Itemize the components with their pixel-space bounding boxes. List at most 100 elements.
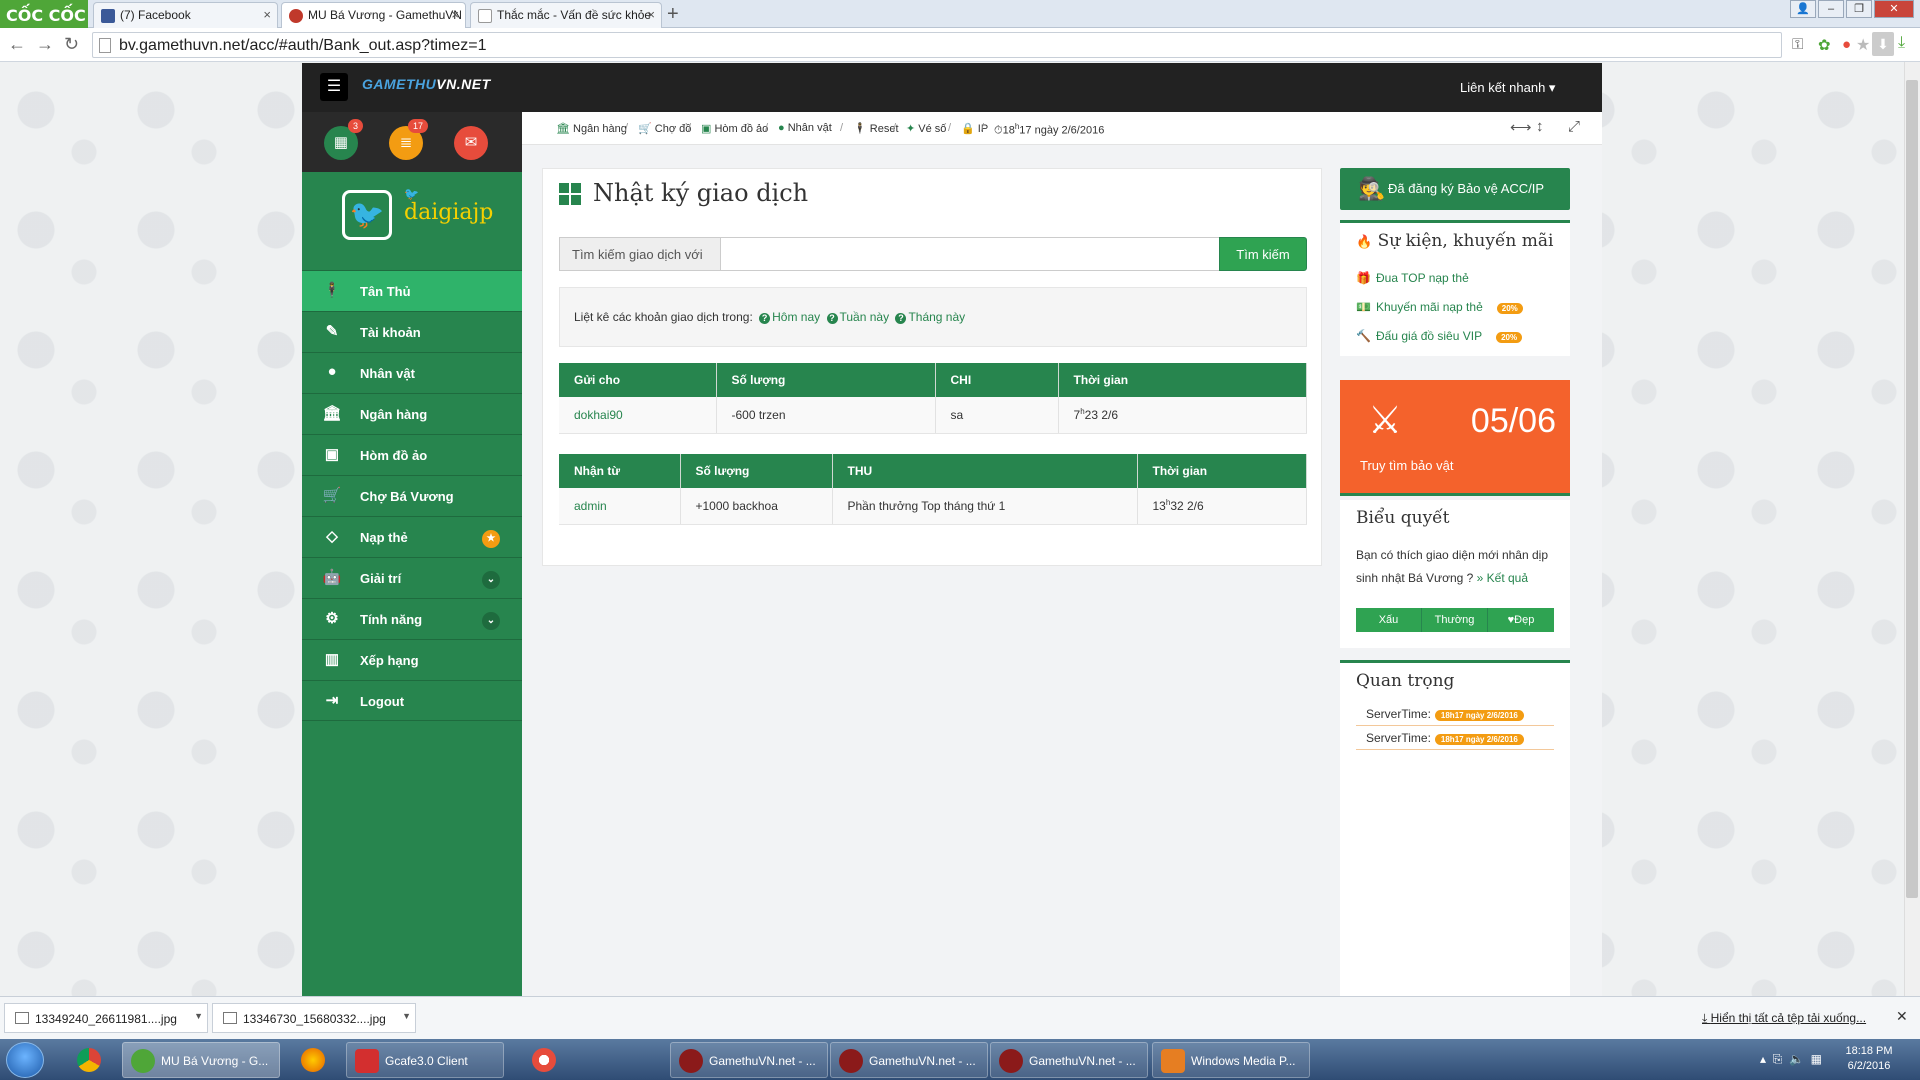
event-item[interactable]: 💵 Khuyến mãi nạp thẻ 20% xyxy=(1356,300,1523,314)
firefox-icon[interactable] xyxy=(286,1042,340,1078)
lock-icon: 🔒 xyxy=(961,123,975,135)
treasure-hunt-promo[interactable]: ⚔ 05/06 Truy tìm bảo vật xyxy=(1340,380,1570,496)
calendar-icon[interactable]: ▦ 3 xyxy=(324,119,363,160)
sidebar-item-nap-the[interactable]: ◇ Nạp thẻ ★ xyxy=(302,516,522,557)
breadcrumb-nhan-vat[interactable]: ● Nhân vật xyxy=(778,122,832,134)
key-icon[interactable]: ⚿ xyxy=(1792,36,1803,53)
taskbar-task[interactable]: GamethuVN.net - ... xyxy=(670,1042,828,1078)
chevron-down-icon[interactable]: ▼ xyxy=(402,1011,411,1021)
garena-icon[interactable] xyxy=(506,1042,582,1078)
poll-option-xau[interactable]: Xấu xyxy=(1356,608,1422,632)
breadcrumb-label: Ngân hàng xyxy=(573,123,627,135)
taskbar-task[interactable]: GamethuVN.net - ... xyxy=(990,1042,1148,1078)
filter-month-link[interactable]: Tháng này xyxy=(908,310,965,324)
sidebar-item-logout[interactable]: ⇥ Logout xyxy=(302,680,522,721)
back-icon[interactable]: ← xyxy=(8,34,26,55)
browser-tab-strip: CỐC CỐC (7) Facebook × MU Bá Vương - Gam… xyxy=(0,0,1920,28)
close-icon[interactable]: × xyxy=(451,7,459,22)
close-window-button[interactable]: ✕ xyxy=(1874,0,1914,18)
sidebar-item-nhan-vat[interactable]: ● Nhân vật xyxy=(302,352,522,393)
close-icon[interactable]: × xyxy=(263,7,271,22)
event-item[interactable]: 🎁 Đua TOP nạp thẻ xyxy=(1356,271,1469,285)
breadcrumb-cho-do[interactable]: 🛒 Chợ đồ xyxy=(638,122,691,135)
chrome-icon[interactable] xyxy=(62,1042,116,1078)
show-all-label: Hiển thị tất cả tệp tải xuống... xyxy=(1710,1011,1867,1025)
fullscreen-icon[interactable]: ⤢ xyxy=(1568,118,1580,135)
twitter-icon[interactable]: 🐦 xyxy=(342,190,392,240)
user-icon[interactable]: 👤 xyxy=(1790,0,1816,18)
sidebar-item-tai-khoan[interactable]: ✎ Tài khoản xyxy=(302,311,522,352)
breadcrumb-ve-so[interactable]: ✦ Vé số xyxy=(906,122,946,135)
coccoc-logo[interactable]: CỐC CỐC xyxy=(0,0,88,28)
poll-option-thuong[interactable]: Thường xyxy=(1422,608,1488,632)
scrollbar-thumb[interactable] xyxy=(1906,80,1918,898)
new-tab-button[interactable]: + xyxy=(667,3,679,26)
account-protection-button[interactable]: 🕵 Đã đăng ký Bảo vệ ACC/IP xyxy=(1340,168,1570,210)
sidebar-item-cho-ba-vuong[interactable]: 🛒 Chợ Bá Vương xyxy=(302,475,522,516)
tab-facebook[interactable]: (7) Facebook × xyxy=(93,2,278,28)
show-all-downloads-link[interactable]: ⤓ Hiển thị tất cả tệp tải xuống... xyxy=(1702,1011,1866,1026)
list-icon[interactable]: ≣ 17 xyxy=(389,119,428,160)
restore-button[interactable]: ❐ xyxy=(1846,0,1872,18)
sidebar-item-tinh-nang[interactable]: ⚙ Tính năng ⌄ xyxy=(302,598,522,639)
filter-week-link[interactable]: Tuần này xyxy=(840,310,890,324)
quick-link-dropdown[interactable]: Liên kết nhanh ▾ xyxy=(1460,80,1555,96)
forward-icon[interactable]: → xyxy=(36,34,54,55)
chevron-down-icon[interactable]: ▼ xyxy=(194,1011,203,1021)
sidebar-item-hom-do-ao[interactable]: ▣ Hòm đồ ảo xyxy=(302,434,522,475)
download-icon[interactable]: ⤓ xyxy=(1898,34,1905,52)
chat-icon[interactable]: ✉ xyxy=(454,126,488,160)
hamburger-menu-button[interactable]: ☰ xyxy=(320,73,348,101)
close-icon[interactable]: × xyxy=(647,7,655,22)
search-input[interactable] xyxy=(720,237,1220,271)
tab-thac-mac[interactable]: Thắc mắc - Vấn đề sức khỏe × xyxy=(470,2,662,28)
breadcrumb-hom-do-ao[interactable]: ▣ Hòm đồ ảo xyxy=(701,122,768,135)
taskbar-task[interactable]: Windows Media P... xyxy=(1152,1042,1310,1078)
sidebar-item-xep-hang[interactable]: ▥ Xếp hạng xyxy=(302,639,522,680)
extension-red-icon[interactable]: ● xyxy=(1842,36,1851,53)
event-item[interactable]: 🔨 Đấu giá đồ siêu VIP 20% xyxy=(1356,329,1523,343)
username[interactable]: daigiajp xyxy=(404,200,493,225)
clock[interactable]: 18:18 PM 6/2/2016 xyxy=(1834,1044,1904,1074)
reload-icon[interactable]: ↻ xyxy=(64,34,79,55)
filter-today-link[interactable]: Hôm nay xyxy=(772,310,820,324)
site-logo[interactable]: GAMETHUVN.NET xyxy=(362,76,491,92)
bookmark-star-icon[interactable]: ★ xyxy=(1856,35,1870,55)
poll-option-dep[interactable]: ♥Đẹp xyxy=(1488,608,1554,632)
width-toggle-icon[interactable]: ⟷ xyxy=(1510,118,1532,136)
network-icon[interactable]: ⎘ xyxy=(1773,1052,1783,1066)
breadcrumb-ngan-hang[interactable]: 🏛 Ngân hàng xyxy=(556,122,627,135)
taskbar-task[interactable]: GamethuVN.net - ... xyxy=(830,1042,988,1078)
breadcrumb-ip[interactable]: 🔒 IP xyxy=(961,122,988,135)
sidebar-item-label: Xếp hạng xyxy=(360,653,419,668)
gift-icon: 🎁 xyxy=(1356,271,1371,285)
close-icon[interactable]: ✕ xyxy=(1896,1008,1908,1025)
search-button[interactable]: Tìm kiếm xyxy=(1219,237,1307,271)
extension-icon[interactable]: ✿ xyxy=(1818,36,1831,54)
sidebar-item-giai-tri[interactable]: 🤖 Giải trí ⌄ xyxy=(302,557,522,598)
download-item[interactable]: 13346730_15680332....jpg ▼ xyxy=(212,1003,416,1033)
events-box: 🔥 Sự kiện, khuyến mãi 🎁 Đua TOP nạp thẻ 💵… xyxy=(1340,220,1570,356)
sender-link[interactable]: admin xyxy=(574,499,607,513)
sidebar-item-tan-thu[interactable]: 🕴 Tân Thủ xyxy=(302,270,522,311)
breadcrumb-reset[interactable]: 🕴 Reset xyxy=(853,122,899,135)
logo-prefix: GAMETHU xyxy=(362,76,437,92)
download-item[interactable]: 13349240_26611981....jpg ▼ xyxy=(4,1003,208,1033)
system-tray[interactable]: ▴ ⎘ 🔈 ▦ xyxy=(1760,1052,1822,1067)
url-input[interactable]: bv.gamethuvn.net/acc/#auth/Bank_out.asp?… xyxy=(92,32,1782,58)
start-button[interactable] xyxy=(6,1042,44,1078)
minimize-button[interactable]: – xyxy=(1818,0,1844,18)
tab-mu-ba-vuong[interactable]: MU Bá Vương - GamethuVN × xyxy=(281,2,466,28)
col-header: CHI xyxy=(935,363,1059,397)
download-badge-icon[interactable]: ⬇ xyxy=(1872,32,1894,56)
tray-app-icon[interactable]: ▦ xyxy=(1811,1052,1822,1066)
taskbar-task[interactable]: MU Bá Vương - G... xyxy=(122,1042,280,1078)
taskbar-task[interactable]: Gcafe3.0 Client xyxy=(346,1042,504,1078)
download-icon: ⤓ xyxy=(1702,1011,1711,1025)
poll-result-link[interactable]: » Kết quả xyxy=(1477,571,1528,585)
recipient-link[interactable]: dokhai90 xyxy=(574,408,623,422)
volume-icon[interactable]: 🔈 xyxy=(1789,1052,1804,1066)
sidebar-item-ngan-hang[interactable]: 🏛 Ngân hàng xyxy=(302,393,522,434)
tray-arrow-icon[interactable]: ▴ xyxy=(1760,1052,1766,1066)
height-toggle-icon[interactable]: ↕ xyxy=(1536,118,1544,135)
